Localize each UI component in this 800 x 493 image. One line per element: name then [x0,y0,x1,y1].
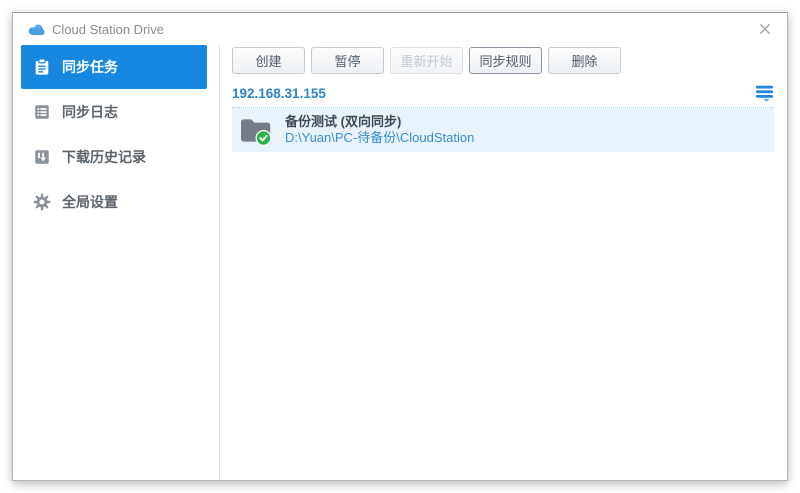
task-path: D:\Yuan\PC-待备份\CloudStation [285,130,474,146]
create-button[interactable]: 创建 [232,47,305,74]
sidebar-item-sync-tasks[interactable]: 同步任务 [21,45,207,89]
main-panel: 创建 暂停 重新开始 同步规则 删除 192.168.31.155 [220,45,787,480]
sidebar-item-label: 下载历史记录 [62,147,146,167]
sidebar-item-global-settings[interactable]: 全局设置 [21,180,207,224]
task-list: 备份测试 (双向同步) D:\Yuan\PC-待备份\CloudStation [232,107,774,152]
sync-log-icon [33,103,51,121]
delete-button[interactable]: 删除 [548,47,621,74]
sidebar-item-label: 全局设置 [62,192,118,212]
close-icon[interactable] [756,20,774,38]
sync-rules-button[interactable]: 同步规则 [469,47,542,74]
cloud-app-icon [28,23,45,36]
server-ip: 192.168.31.155 [232,86,326,101]
sidebar-item-download-history[interactable]: 下载历史记录 [21,135,207,179]
toolbar: 创建 暂停 重新开始 同步规则 删除 [232,47,774,74]
window-body: 同步任务 同步日志 [13,45,787,480]
task-name: 备份测试 (双向同步) [285,114,474,130]
resume-button: 重新开始 [390,47,463,74]
app-window: Cloud Station Drive 同步任务 [12,12,788,481]
titlebar: Cloud Station Drive [13,13,787,45]
window-title: Cloud Station Drive [52,22,756,37]
sync-tasks-icon [33,58,51,76]
settings-gear-icon [33,193,51,211]
task-text: 备份测试 (双向同步) D:\Yuan\PC-待备份\CloudStation [285,114,474,146]
sidebar-item-sync-log[interactable]: 同步日志 [21,90,207,134]
sidebar-item-label: 同步日志 [62,102,118,122]
sidebar-item-label: 同步任务 [62,57,118,77]
download-history-icon [33,148,51,166]
server-row: 192.168.31.155 [232,84,774,102]
list-menu-icon[interactable] [755,85,774,102]
pause-button[interactable]: 暂停 [311,47,384,74]
folder-synced-icon [239,115,273,146]
task-row[interactable]: 备份测试 (双向同步) D:\Yuan\PC-待备份\CloudStation [232,108,774,152]
sidebar: 同步任务 同步日志 [13,45,220,480]
